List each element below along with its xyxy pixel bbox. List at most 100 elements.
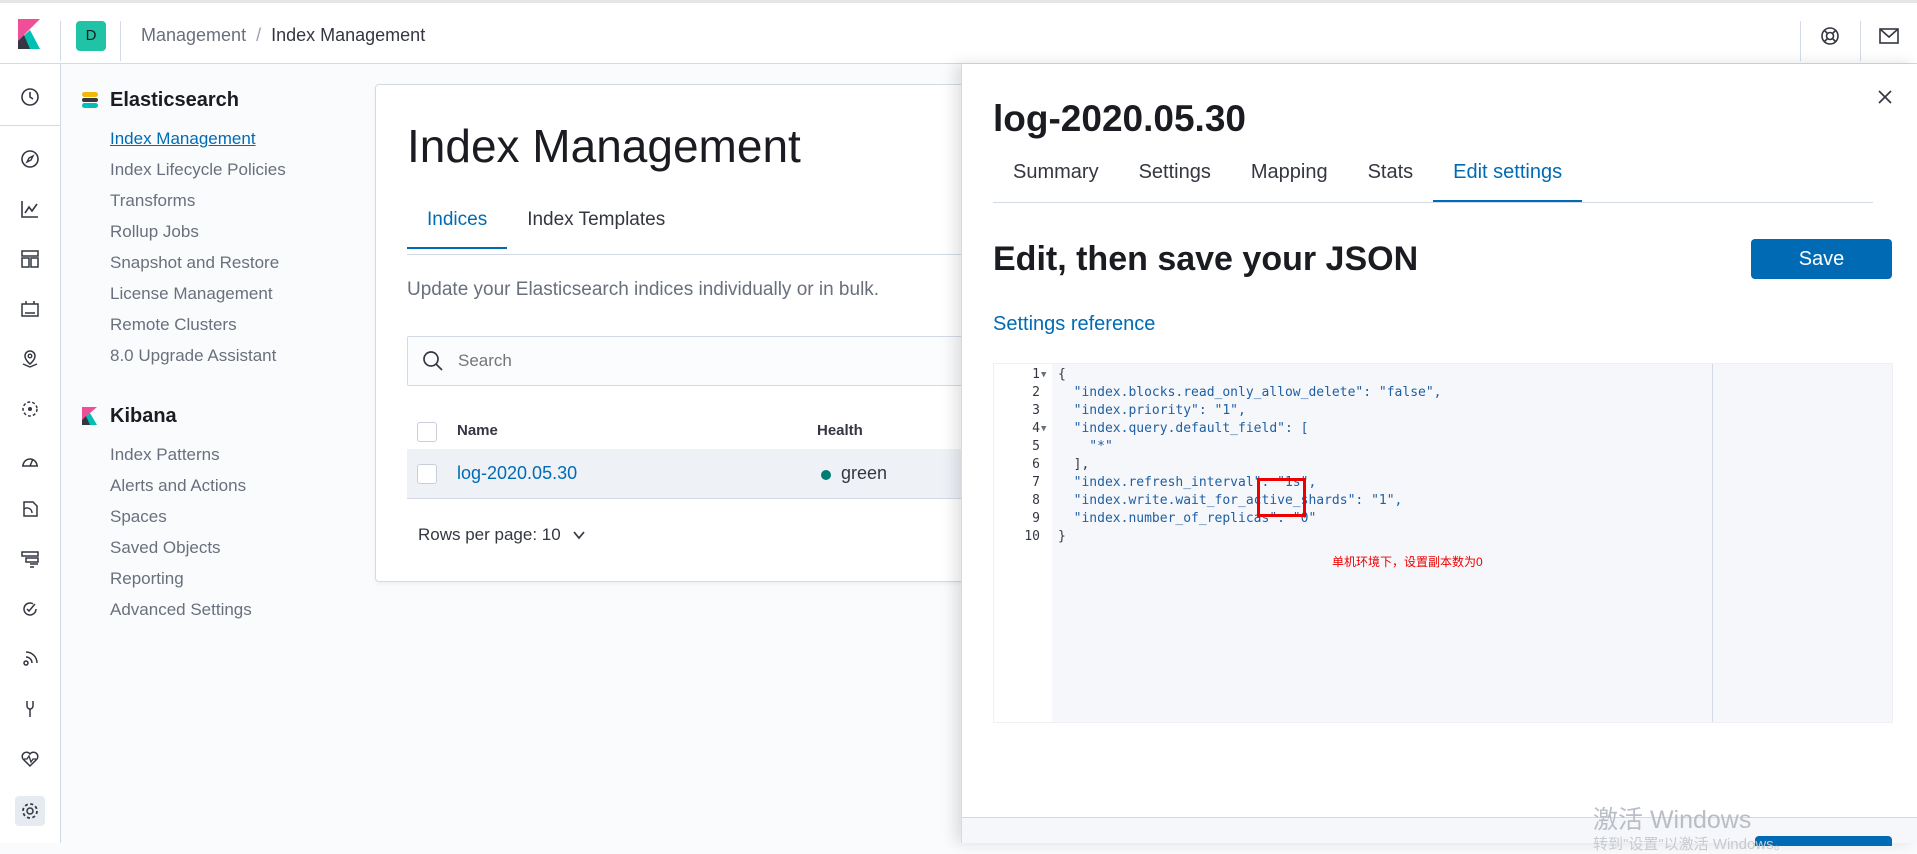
help-icon[interactable]: [1817, 23, 1843, 49]
index-details-flyout: log-2020.05.30 Summary Settings Mapping …: [961, 64, 1917, 846]
dashboard-icon[interactable]: [17, 246, 43, 272]
space-avatar[interactable]: D: [76, 21, 106, 51]
breadcrumb-management[interactable]: Management: [141, 25, 246, 45]
uptime-icon[interactable]: [17, 596, 43, 622]
sidebar-item-transforms[interactable]: Transforms: [80, 185, 370, 216]
topbar-divider: [120, 21, 121, 61]
topbar-divider: [60, 21, 61, 61]
sidebar-item-saved-objects[interactable]: Saved Objects: [80, 532, 370, 563]
sidebar-group-elasticsearch: Elasticsearch: [80, 85, 370, 115]
code-line: 8 "index.write.wait_for_active_shards": …: [1032, 493, 1403, 508]
discover-compass-icon[interactable]: [17, 146, 43, 172]
index-management-panel: Index Management Indices Index Templates…: [375, 84, 977, 582]
sidebar-item-snapshot-and-restore[interactable]: Snapshot and Restore: [80, 247, 370, 278]
table-header: Name Health: [407, 412, 977, 452]
health-status: green: [841, 463, 888, 483]
sidebar-item-reporting[interactable]: Reporting: [80, 563, 370, 594]
code-line: 10}: [1024, 529, 1066, 544]
column-header-name[interactable]: Name: [457, 422, 498, 439]
management-sidebar: Elasticsearch Index Management Index Lif…: [80, 85, 370, 625]
code-line: 2 "index.blocks.read_only_allow_delete":…: [1032, 385, 1442, 400]
elasticsearch-logo-icon: [82, 92, 98, 108]
code-line: 4 ▼ "index.query.default_field": [: [1032, 420, 1309, 438]
fold-arrow-icon[interactable]: ▼: [1041, 420, 1046, 438]
sidebar-item-advanced-settings[interactable]: Advanced Settings: [80, 594, 370, 625]
tab-edit-settings[interactable]: Edit settings: [1433, 150, 1583, 202]
nav-separator: [0, 125, 61, 126]
edit-settings-heading: Edit, then save your JSON: [993, 240, 1419, 278]
tabs-divider: [407, 254, 977, 255]
sidebar-item-index-patterns[interactable]: Index Patterns: [80, 439, 370, 470]
sidebar-group-kibana: Kibana: [80, 401, 370, 431]
kibana-logo-icon: [82, 407, 97, 425]
code-line: 9 "index.number_of_replicas": "0": [1032, 511, 1317, 526]
machine-learning-icon[interactable]: [17, 396, 43, 422]
sidebar-item-index-lifecycle-policies[interactable]: Index Lifecycle Policies: [80, 154, 370, 185]
index-name-link[interactable]: log-2020.05.30: [457, 463, 577, 484]
sidebar-item-remote-clusters[interactable]: Remote Clusters: [80, 309, 370, 340]
topbar-divider: [1800, 21, 1801, 61]
windows-activation-hint: 转到"设置"以激活 Windows。: [1593, 836, 1789, 853]
tab-mapping[interactable]: Mapping: [1231, 150, 1348, 202]
settings-reference-link[interactable]: Settings reference: [993, 313, 1155, 336]
table-row: log-2020.05.30 green: [407, 449, 977, 499]
metrics-icon[interactable]: [17, 446, 43, 472]
sidebar-item-rollup-jobs[interactable]: Rollup Jobs: [80, 216, 370, 247]
sidebar-group-title: Elasticsearch: [110, 88, 239, 111]
left-nav: [0, 64, 61, 843]
tab-summary[interactable]: Summary: [993, 150, 1119, 202]
visualize-icon[interactable]: [17, 196, 43, 222]
save-button[interactable]: Save: [1751, 239, 1892, 279]
sidebar-item-spaces[interactable]: Spaces: [80, 501, 370, 532]
sidebar-item-alerts-and-actions[interactable]: Alerts and Actions: [80, 470, 370, 501]
fold-arrow-icon[interactable]: ▼: [1041, 366, 1046, 384]
sidebar-item-license-management[interactable]: License Management: [80, 278, 370, 309]
kibana-logo-icon[interactable]: [14, 17, 44, 51]
code-line: 5 "*": [1032, 439, 1113, 454]
annotation-note: 单机环境下，设置副本数为0: [1332, 555, 1483, 569]
code-line: 6 ],: [1032, 457, 1090, 472]
index-tabs: Indices Index Templates: [407, 205, 685, 249]
sidebar-group-title: Kibana: [110, 404, 177, 427]
rows-per-page-button[interactable]: Rows per page: 10: [418, 525, 587, 545]
windows-activation-watermark: 激活 Windows: [1593, 806, 1752, 834]
sidebar-item-upgrade-assistant[interactable]: 8.0 Upgrade Assistant: [80, 340, 370, 371]
page-title: Index Management: [407, 120, 801, 172]
dev-tools-icon[interactable]: [17, 696, 43, 722]
code-line: 1 ▼{: [1032, 366, 1066, 384]
logs-icon[interactable]: [17, 496, 43, 522]
health-status-dot: [821, 470, 831, 480]
tab-stats[interactable]: Stats: [1348, 150, 1434, 202]
code-line: 3 "index.priority": "1",: [1032, 403, 1246, 418]
search-icon: [423, 351, 443, 371]
management-gear-icon[interactable]: [15, 796, 45, 826]
apm-icon[interactable]: [17, 546, 43, 572]
recently-viewed-icon[interactable]: [17, 84, 43, 110]
sidebar-item-index-management[interactable]: Index Management: [80, 123, 370, 154]
search-box: [407, 336, 977, 386]
stack-monitoring-icon[interactable]: [17, 746, 43, 772]
row-checkbox[interactable]: [417, 464, 437, 484]
breadcrumb: Management / Index Management: [141, 25, 425, 46]
flyout-title: log-2020.05.30: [993, 98, 1246, 139]
replicas-highlight-box: [1257, 478, 1306, 517]
tab-settings[interactable]: Settings: [1119, 150, 1231, 202]
maps-icon[interactable]: [17, 346, 43, 372]
siem-icon[interactable]: [17, 646, 43, 672]
select-all-checkbox[interactable]: [417, 422, 437, 442]
mail-icon[interactable]: [1876, 23, 1902, 49]
search-input[interactable]: [458, 351, 858, 371]
editor-code: 1 ▼{ 2 "index.blocks.read_only_allow_dele…: [994, 366, 1894, 546]
rows-per-page-label: Rows per page: 10: [418, 525, 561, 544]
top-header: D Management / Index Management: [0, 0, 1917, 64]
json-editor[interactable]: 1 ▼{ 2 "index.blocks.read_only_allow_dele…: [993, 363, 1893, 723]
tab-indices[interactable]: Indices: [407, 205, 508, 249]
flyout-tabs: Summary Settings Mapping Stats Edit sett…: [993, 150, 1583, 202]
page-description: Update your Elasticsearch indices indivi…: [407, 279, 880, 300]
topbar-divider: [1860, 21, 1861, 61]
flyout-tabs-divider: [993, 202, 1873, 203]
column-header-health[interactable]: Health: [817, 422, 863, 439]
canvas-icon[interactable]: [17, 296, 43, 322]
close-icon[interactable]: [1874, 86, 1896, 108]
tab-index-templates[interactable]: Index Templates: [507, 205, 685, 249]
